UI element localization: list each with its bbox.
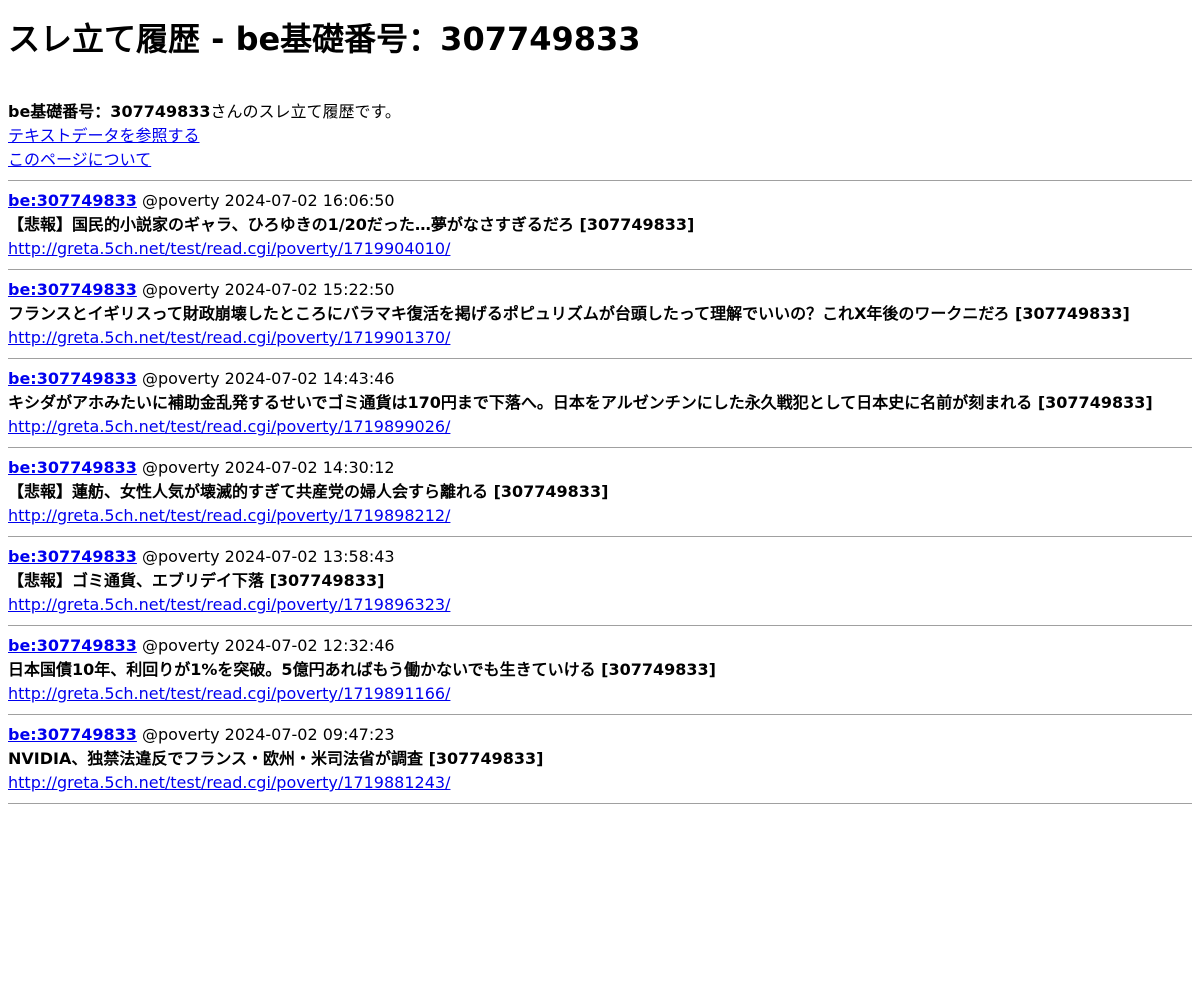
intro: be基礎番号：307749833さんのスレ立て履歴です。 テキストデータを参照す… [8,100,1192,172]
be-id-link[interactable]: be:307749833 [8,369,137,388]
be-id-link[interactable]: be:307749833 [8,458,137,477]
thread-item: be:307749833 @poverty 2024-07-02 16:06:5… [8,189,1192,261]
divider [8,714,1192,715]
thread-title: 【悲報】蓮舫、女性人気が壊滅的すぎて共産党の婦人会すら離れる [30774983… [8,482,609,501]
page-title: スレ立て履歴 - be基礎番号：307749833 [8,20,641,58]
be-id-link[interactable]: be:307749833 [8,280,137,299]
divider [8,536,1192,537]
be-id-link[interactable]: be:307749833 [8,636,137,655]
about-line: このページについて [8,148,1192,172]
thread-url-link[interactable]: http://greta.5ch.net/test/read.cgi/pover… [8,684,450,703]
thread-title: 日本国債10年、利回りが1%を突破。5億円あればもう働かないでも生きていける [… [8,660,716,679]
thread-url-link[interactable]: http://greta.5ch.net/test/read.cgi/pover… [8,239,450,258]
divider [8,180,1192,181]
thread-header: be:307749833 @poverty 2024-07-02 14:30:1… [8,456,1192,480]
thread-meta: @poverty 2024-07-02 14:30:12 [136,458,395,477]
be-id-link[interactable]: be:307749833 [8,725,137,744]
thread-title: フランスとイギリスって財政崩壊したところにバラマキ復活を掲げるポピュリズムが台頭… [8,304,1130,323]
thread-meta: @poverty 2024-07-02 16:06:50 [136,191,395,210]
thread-item: be:307749833 @poverty 2024-07-02 13:58:4… [8,545,1192,617]
thread-item: be:307749833 @poverty 2024-07-02 12:32:4… [8,634,1192,706]
thread-title: キシダがアホみたいに補助金乱発するせいでゴミ通貨は170円まで下落へ。日本をアル… [8,393,1153,412]
thread-url-link[interactable]: http://greta.5ch.net/test/read.cgi/pover… [8,328,450,347]
intro-suffix: さんのスレ立て履歴です。 [210,102,401,121]
thread-item: be:307749833 @poverty 2024-07-02 15:22:5… [8,278,1192,350]
thread-url-link[interactable]: http://greta.5ch.net/test/read.cgi/pover… [8,595,450,614]
intro-line: be基礎番号：307749833さんのスレ立て履歴です。 [8,100,1192,124]
thread-meta: @poverty 2024-07-02 15:22:50 [136,280,395,299]
divider [8,269,1192,270]
thread-header: be:307749833 @poverty 2024-07-02 14:43:4… [8,367,1192,391]
thread-meta: @poverty 2024-07-02 12:32:46 [136,636,395,655]
thread-title: NVIDIA、独禁法違反でフランス・欧州・米司法省が調査 [307749833] [8,749,544,768]
thread-title: 【悲報】ゴミ通貨、エブリデイ下落 [307749833] [8,571,385,590]
thread-header: be:307749833 @poverty 2024-07-02 09:47:2… [8,723,1192,747]
be-id-link[interactable]: be:307749833 [8,547,137,566]
thread-url-link[interactable]: http://greta.5ch.net/test/read.cgi/pover… [8,417,450,436]
thread-item: be:307749833 @poverty 2024-07-02 14:30:1… [8,456,1192,528]
thread-meta: @poverty 2024-07-02 09:47:23 [136,725,395,744]
thread-header: be:307749833 @poverty 2024-07-02 12:32:4… [8,634,1192,658]
thread-meta: @poverty 2024-07-02 13:58:43 [136,547,395,566]
thread-item: be:307749833 @poverty 2024-07-02 09:47:2… [8,723,1192,795]
divider [8,358,1192,359]
thread-item: be:307749833 @poverty 2024-07-02 14:43:4… [8,367,1192,439]
text-data-line: テキストデータを参照する [8,124,1192,148]
be-id-link[interactable]: be:307749833 [8,191,137,210]
divider [8,625,1192,626]
thread-url-link[interactable]: http://greta.5ch.net/test/read.cgi/pover… [8,773,450,792]
be-number-label: be基礎番号：307749833 [8,102,211,121]
thread-header: be:307749833 @poverty 2024-07-02 15:22:5… [8,278,1192,302]
thread-header: be:307749833 @poverty 2024-07-02 13:58:4… [8,545,1192,569]
divider [8,447,1192,448]
about-link[interactable]: このページについて [8,150,151,169]
thread-header: be:307749833 @poverty 2024-07-02 16:06:5… [8,189,1192,213]
thread-meta: @poverty 2024-07-02 14:43:46 [136,369,395,388]
thread-title: 【悲報】国民的小説家のギャラ、ひろゆきの1/20だった…夢がなさすぎるだろ [3… [8,215,695,234]
text-data-link[interactable]: テキストデータを参照する [8,126,200,145]
thread-url-link[interactable]: http://greta.5ch.net/test/read.cgi/pover… [8,506,450,525]
divider [8,803,1192,804]
thread-list: be:307749833 @poverty 2024-07-02 16:06:5… [8,189,1192,804]
